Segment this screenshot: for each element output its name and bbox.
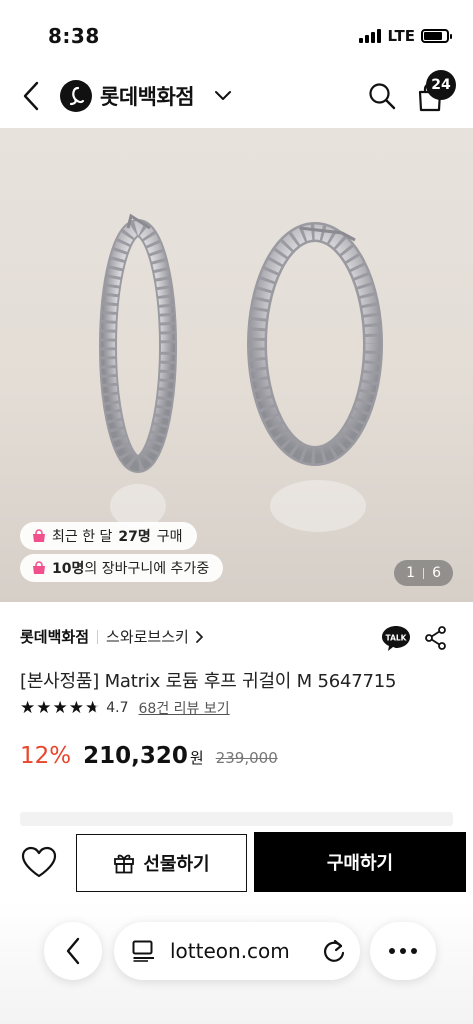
seller-name: 롯데백화점 <box>20 628 90 646</box>
heart-icon <box>21 846 57 878</box>
status-bar: 8:38 LTE <box>0 0 473 64</box>
star-icon: ★ <box>68 698 84 718</box>
shopping-bag-icon <box>32 529 46 543</box>
recent-buyers-prefix: 최근 한 달 <box>52 529 113 545</box>
rating-row: ★ ★ ★ ★ ★ 4.7 68건 리뷰 보기 <box>20 698 230 718</box>
image-counter: 1 6 <box>394 560 453 586</box>
talk-chat-icon: TALK <box>382 626 410 651</box>
buy-button-label: 구매하기 <box>326 853 394 874</box>
gift-button[interactable]: 선물하기 <box>76 834 247 892</box>
image-counter-current: 1 <box>406 565 416 581</box>
recent-buyers-count: 27명 <box>118 529 151 545</box>
star-icon: ★ <box>85 698 101 718</box>
more-dot-icon <box>400 948 406 954</box>
review-link[interactable]: 68건 리뷰 보기 <box>139 698 230 718</box>
browser-toolbar: lotteon.com <box>0 900 473 1024</box>
gift-icon <box>114 854 135 874</box>
section-divider <box>20 812 453 826</box>
star-icon: ★ <box>52 698 68 718</box>
seller-row: 롯데백화점 스와로브스키 <box>20 626 203 647</box>
buy-button[interactable]: 구매하기 <box>254 832 466 892</box>
cart-adds-count: 10명 <box>52 561 85 577</box>
share-icon <box>425 626 446 650</box>
cart-adds-badge: 10명 의 장바구니에 추가중 <box>20 554 224 582</box>
original-price: 239,000 <box>215 749 278 767</box>
wishlist-button[interactable] <box>19 842 59 882</box>
chevron-down-icon <box>214 90 232 102</box>
product-image-gallery[interactable]: 최근 한 달 27명 구매 10명 의 장바구니에 추가중 <box>0 128 473 602</box>
lotte-logo-icon <box>60 80 92 112</box>
search-button[interactable] <box>364 78 400 114</box>
address-bar[interactable]: lotteon.com <box>114 922 360 980</box>
sale-price: 210,320 <box>83 743 188 769</box>
cart-count-badge: 24 <box>426 70 456 100</box>
rating-value: 4.7 <box>106 700 129 716</box>
more-dot-icon <box>389 948 395 954</box>
price-row: 12% 210,320 원 239,000 <box>20 743 278 769</box>
cart-adds-suffix: 의 장바구니에 추가중 <box>84 561 210 577</box>
purchase-bar: 선물하기 구매하기 <box>0 826 473 900</box>
network-label: LTE <box>387 27 415 45</box>
brand-link[interactable]: 스와로브스키 <box>106 626 203 647</box>
top-navigation: 롯데백화점 <box>0 64 473 128</box>
back-icon <box>66 937 80 965</box>
signal-icon <box>359 29 382 43</box>
image-counter-total: 6 <box>432 565 441 581</box>
chevron-right-icon <box>195 630 203 643</box>
reader-mode-icon[interactable] <box>132 940 156 962</box>
search-icon <box>369 83 396 110</box>
status-indicators: LTE <box>359 27 452 45</box>
gift-button-label: 선물하기 <box>143 854 210 875</box>
currency-label: 원 <box>189 749 204 767</box>
recent-buyers-badge: 최근 한 달 27명 구매 <box>20 522 197 550</box>
share-button[interactable] <box>424 626 448 654</box>
store-selector[interactable]: 롯데백화점 <box>60 78 232 114</box>
brand-name: 스와로브스키 <box>106 628 189 646</box>
back-icon <box>23 81 39 111</box>
more-dot-icon <box>411 948 417 954</box>
product-title: [본사정품] Matrix 로듐 후프 귀걸이 M 5647715 <box>20 671 397 692</box>
seller-divider <box>97 629 99 644</box>
discount-rate: 12% <box>20 743 72 769</box>
recent-buyers-suffix: 구매 <box>156 529 183 545</box>
status-time: 8:38 <box>48 24 100 48</box>
reload-icon[interactable] <box>322 938 346 964</box>
browser-back-button[interactable] <box>44 922 102 980</box>
battery-icon <box>421 29 452 43</box>
talk-chat-button[interactable]: TALK <box>381 624 411 656</box>
star-rating: ★ ★ ★ ★ ★ <box>20 698 100 718</box>
image-counter-divider <box>423 567 425 579</box>
shopping-bag-icon <box>32 561 46 575</box>
more-options-button[interactable] <box>370 922 436 980</box>
star-icon: ★ <box>36 698 52 718</box>
back-button[interactable] <box>14 78 48 114</box>
star-icon: ★ <box>20 698 36 718</box>
store-name: 롯데백화점 <box>100 85 195 109</box>
url-text: lotteon.com <box>170 939 290 963</box>
svg-text:TALK: TALK <box>386 634 408 643</box>
